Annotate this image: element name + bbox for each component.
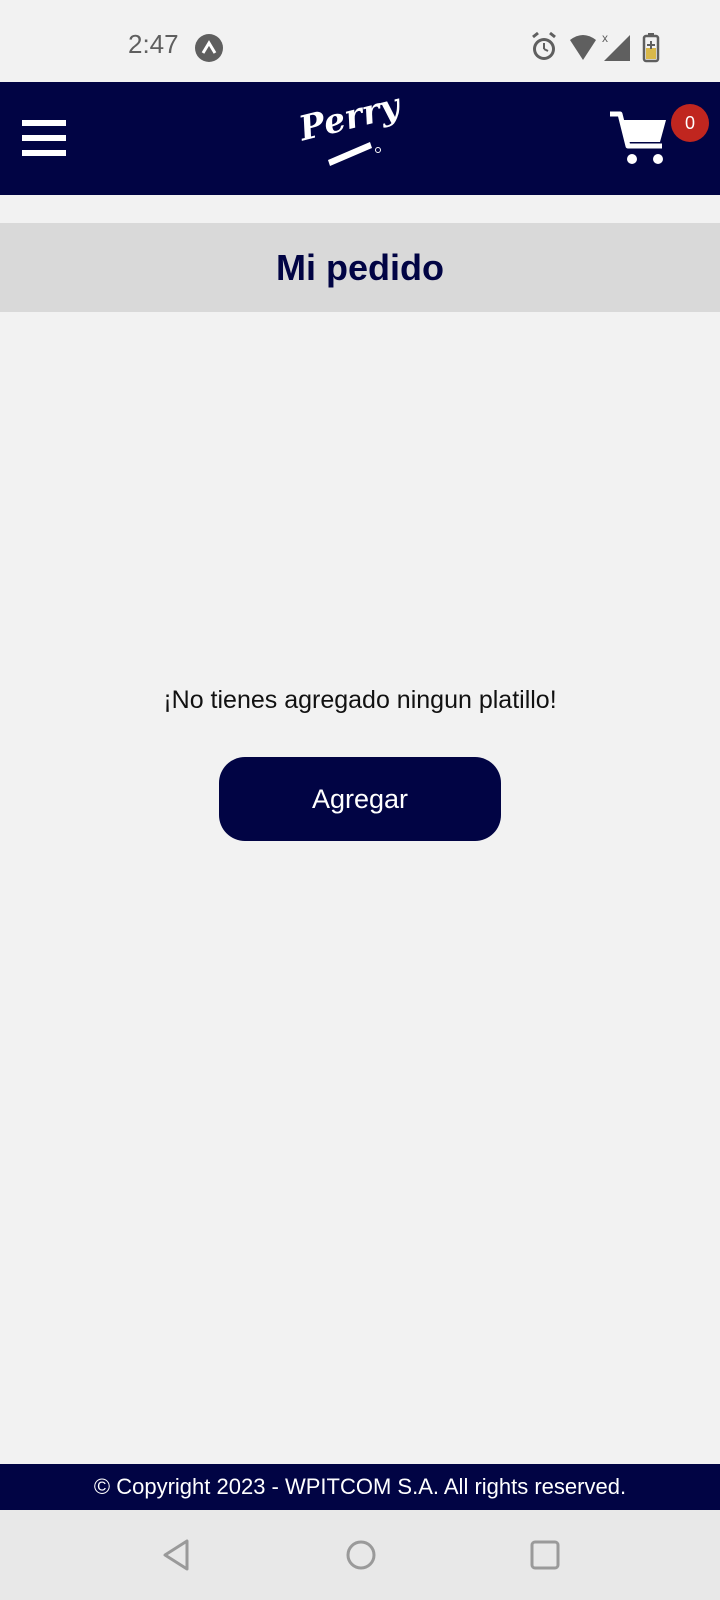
- page: 2:47 x Perry 0 Mi pedido ¡No tienes agre…: [0, 0, 720, 1600]
- cart-button[interactable]: [608, 110, 672, 168]
- page-title: Mi pedido: [276, 247, 444, 288]
- wifi-icon: [570, 35, 596, 60]
- battery-icon: [642, 33, 660, 63]
- status-time: 2:47: [128, 29, 179, 59]
- hamburger-icon-line: [22, 150, 66, 156]
- cart-count-badge: 0: [671, 104, 709, 142]
- signal-icon: x: [602, 31, 630, 61]
- app-notification-icon: [195, 34, 223, 62]
- cart-icon: [610, 111, 666, 164]
- alarm-icon: [532, 31, 556, 60]
- empty-cart-message: ¡No tienes agregado ningun platillo!: [163, 686, 557, 714]
- status-bar: 2:47 x: [0, 0, 720, 82]
- add-button[interactable]: Agregar: [219, 757, 501, 841]
- svg-text:x: x: [602, 31, 608, 45]
- footer: © Copyright 2023 - WPITCOM S.A. All righ…: [0, 1464, 720, 1510]
- system-nav-bar: [0, 1510, 720, 1600]
- hamburger-icon-line: [22, 135, 66, 141]
- copyright-text: © Copyright 2023 - WPITCOM S.A. All righ…: [93, 1474, 627, 1499]
- home-icon[interactable]: [341, 1535, 381, 1575]
- back-icon[interactable]: [157, 1535, 197, 1575]
- menu-button[interactable]: [22, 120, 66, 156]
- app-header: Perry 0: [0, 82, 720, 195]
- recent-apps-icon[interactable]: [525, 1535, 565, 1575]
- title-bar: Mi pedido: [0, 223, 720, 312]
- hamburger-icon-line: [22, 120, 66, 126]
- perry-logo: Perry: [295, 86, 404, 172]
- status-icons: x: [530, 30, 670, 66]
